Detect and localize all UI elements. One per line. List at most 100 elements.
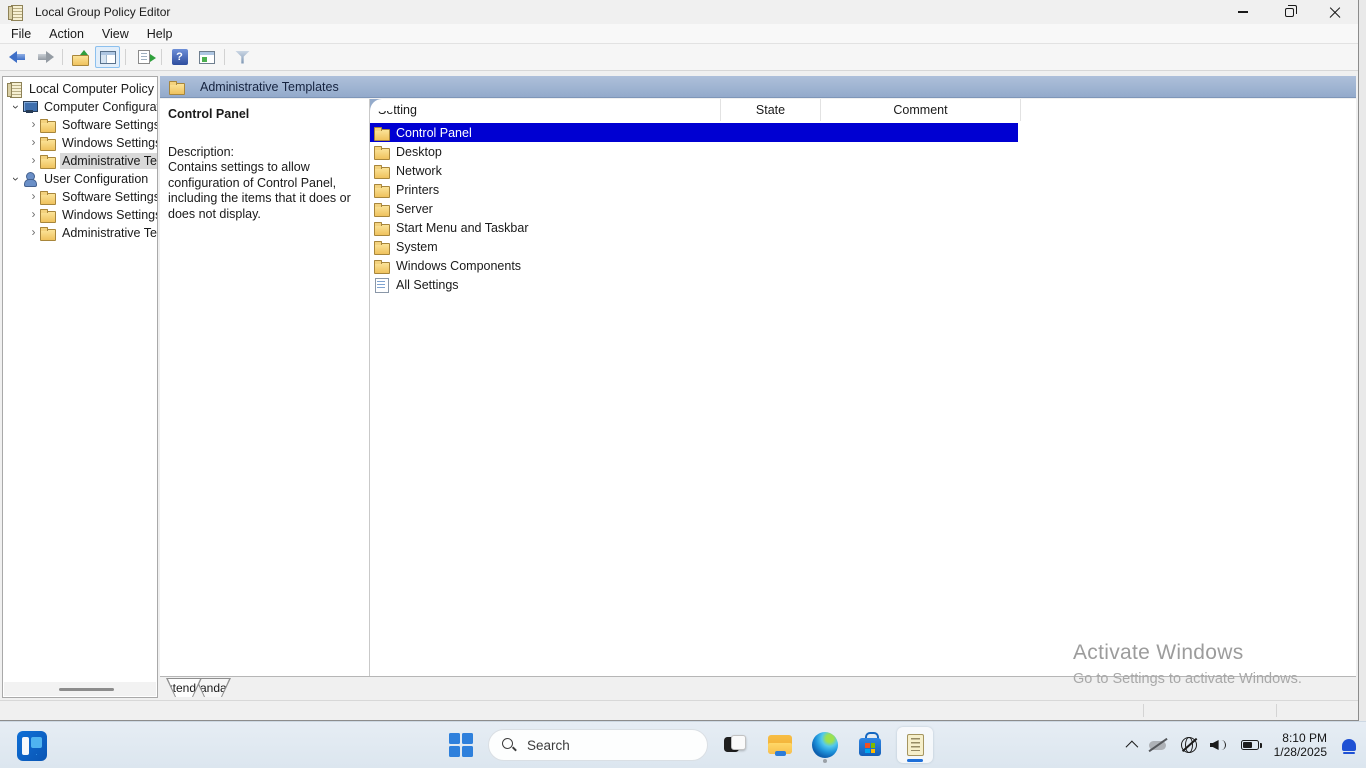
tree-chevron-icon[interactable] [9, 172, 22, 186]
no-internet-icon[interactable] [1180, 737, 1197, 753]
up-one-level-button[interactable] [68, 46, 93, 68]
volume-icon[interactable] [1210, 738, 1228, 752]
tray-chevron-icon[interactable] [1125, 740, 1138, 753]
notification-bell-icon[interactable] [1342, 739, 1356, 754]
list-row[interactable]: Start Menu and Taskbar [370, 218, 1018, 237]
help-button[interactable] [167, 46, 192, 68]
toolbar-separator [161, 49, 162, 65]
list-row[interactable]: Server [370, 199, 1018, 218]
filter-funnel-icon [235, 50, 250, 64]
taskbar: 8:10 PM 1/28/2025 [0, 721, 1366, 768]
restore-button[interactable] [1266, 0, 1312, 24]
battery-icon[interactable] [1240, 740, 1262, 750]
forward-button[interactable] [32, 46, 57, 68]
main-area: Local Computer Policy Computer Configura… [0, 72, 1358, 700]
search-icon [502, 738, 516, 752]
list-item-icon [374, 240, 390, 255]
tree-item[interactable]: Local Computer Policy [3, 80, 157, 98]
help-icon [171, 49, 188, 65]
tree-chevron-icon[interactable] [27, 154, 40, 168]
gpedit-scroll-icon [906, 734, 924, 756]
tree-chevron-icon[interactable] [9, 100, 22, 114]
tree-node-icon [40, 208, 56, 223]
tree-item[interactable]: Windows Settings [3, 134, 157, 152]
edge-icon [812, 732, 838, 758]
description-heading: Description: [168, 145, 234, 159]
list-item-icon [374, 183, 390, 198]
tree-chevron-icon[interactable] [27, 190, 40, 204]
tray-clock[interactable]: 8:10 PM 1/28/2025 [1274, 731, 1327, 759]
tree-item-label: Software Settings [62, 190, 158, 204]
file-explorer-button[interactable] [762, 727, 798, 763]
edge-button[interactable] [807, 727, 843, 763]
window-controls [1220, 0, 1358, 24]
menu-item[interactable]: Help [138, 25, 182, 43]
column-header[interactable]: Setting [374, 99, 721, 121]
windows-logo-icon [448, 732, 474, 758]
tree-item[interactable]: Software Settings [3, 116, 157, 134]
new-window-button[interactable] [194, 46, 219, 68]
widgets-icon[interactable] [17, 731, 47, 761]
list-row[interactable]: Desktop [370, 142, 1018, 161]
horizontal-scrollbar[interactable] [4, 682, 156, 696]
microsoft-logo-icon [865, 743, 875, 753]
list-item-label: All Settings [396, 277, 459, 292]
menu-item[interactable]: File [2, 25, 40, 43]
forward-arrow-icon [36, 51, 54, 63]
list-item-label: Control Panel [396, 125, 472, 140]
scrollbar-thumb[interactable] [59, 688, 114, 691]
menu-bar: File Action View Help [0, 24, 1358, 44]
view-tabs: Extended Standard [160, 678, 1356, 698]
show-console-tree-button[interactable] [95, 46, 120, 68]
close-icon [1329, 6, 1341, 18]
tree-item-label: User Configuration [44, 172, 149, 186]
task-view-button[interactable] [717, 727, 753, 763]
list-row[interactable]: Windows Components [370, 256, 1018, 275]
view-tab[interactable]: Extended [166, 678, 202, 697]
tree-item[interactable]: Software Settings [3, 188, 157, 206]
export-list-button[interactable] [131, 46, 156, 68]
list-row[interactable]: All Settings [370, 275, 1018, 294]
list-item-label: Server [396, 201, 433, 216]
tree-chevron-icon[interactable] [27, 136, 40, 150]
column-header[interactable]: State [721, 99, 821, 121]
menu-item[interactable]: View [93, 25, 138, 43]
search-box[interactable] [488, 729, 708, 761]
status-bar [0, 700, 1358, 720]
list-item-icon [374, 202, 390, 217]
description-text: Contains settings to allow configuration… [168, 160, 351, 221]
back-button[interactable] [5, 46, 30, 68]
close-button[interactable] [1312, 0, 1358, 24]
tree-chevron-icon[interactable] [27, 208, 40, 222]
tree-item[interactable]: Administrative Templates [3, 152, 157, 170]
list-item-icon [374, 277, 390, 293]
tree-item[interactable]: Windows Settings [3, 206, 157, 224]
search-input[interactable] [527, 737, 677, 753]
file-explorer-icon [767, 732, 794, 758]
list-row[interactable]: Printers [370, 180, 1018, 199]
panel-header-title: Administrative Templates [200, 79, 339, 94]
taskbar-center [443, 722, 933, 768]
list-row[interactable]: System [370, 237, 1018, 256]
filter-button[interactable] [230, 46, 255, 68]
toolbar-separator [125, 49, 126, 65]
minimize-button[interactable] [1220, 0, 1266, 24]
tree-item[interactable]: Computer Configuration [3, 98, 157, 116]
tree-chevron-icon[interactable] [27, 118, 40, 132]
gpedit-taskbar-button[interactable] [897, 727, 933, 763]
onedrive-offline-icon[interactable] [1148, 738, 1168, 752]
toolbar-separator [62, 49, 63, 65]
gpedit-window: Local Group Policy Editor File Action View… [0, 0, 1359, 721]
list-item-icon [374, 221, 390, 236]
column-header[interactable]: Comment [821, 99, 1021, 121]
tree-item-label: Software Settings [62, 118, 158, 132]
menu-item[interactable]: Action [40, 25, 93, 43]
tree-item[interactable]: Administrative Templates [3, 224, 157, 242]
microsoft-store-button[interactable] [852, 727, 888, 763]
tree-chevron-icon[interactable] [27, 226, 40, 240]
start-button[interactable] [443, 727, 479, 763]
tree-item[interactable]: User Configuration [3, 170, 157, 188]
list-row[interactable]: Network [370, 161, 1018, 180]
list-row[interactable]: Control Panel [370, 123, 1018, 142]
rounded-corner-decoration [370, 99, 394, 111]
